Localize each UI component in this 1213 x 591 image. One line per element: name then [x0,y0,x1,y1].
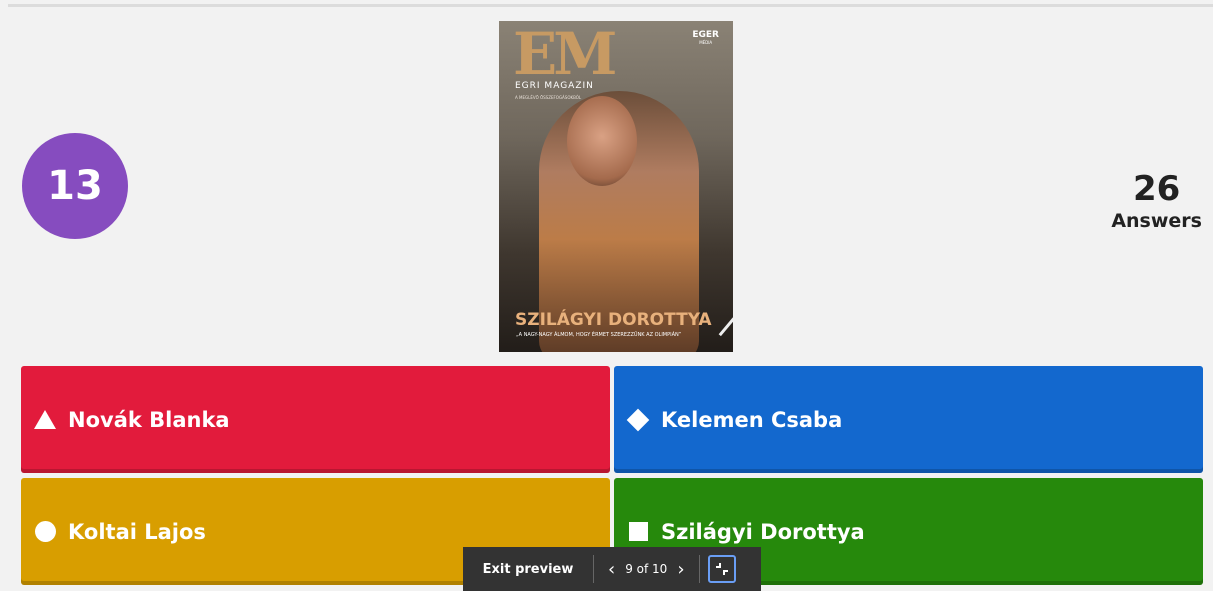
answers-count-number: 26 [1133,169,1181,209]
magazine-logo: EM [513,21,617,88]
magazine-name: EGRI MAGAZIN [515,81,594,91]
toolbar-divider [698,555,700,583]
collapse-icon [715,563,728,575]
answers-counter: 26 Answers [1111,172,1202,232]
cover-headline: SZILÁGYI DOROTTYA [515,310,712,330]
cover-person-head [567,96,637,186]
chevron-left-icon[interactable]: ‹ [608,559,615,580]
answer-label: Kelemen Csaba [661,407,843,432]
answer-option-diamond[interactable]: Kelemen Csaba [614,366,1203,473]
answers-count-label: Answers [1111,210,1202,232]
pen-icon [718,315,733,337]
publisher-sub: MÉDIA [699,39,713,45]
answer-option-triangle[interactable]: Novák Blanka [21,366,610,473]
answer-label: Koltai Lajos [68,519,206,544]
preview-toolbar: Exit preview ‹ 9 of 10 › [463,547,761,591]
exit-fullscreen-button[interactable] [707,555,736,583]
chevron-right-icon[interactable]: › [677,559,684,580]
square-icon [625,519,651,545]
diamond-icon [625,407,651,433]
publisher-logo: EGER MÉDIA [692,30,719,45]
slide-navigation: ‹ 9 of 10 › [594,559,699,580]
top-divider [8,4,1213,7]
countdown-timer: 13 [22,133,128,239]
answer-label: Novák Blanka [68,407,230,432]
magazine-small-text: A MEGLÉVŐ ÖSSZEFOGÁSOKBÓL [515,95,582,100]
timer-value: 13 [47,163,103,209]
question-image: EM EGRI MAGAZIN A MEGLÉVŐ ÖSSZEFOGÁSOKBÓ… [499,21,733,352]
exit-preview-button[interactable]: Exit preview [463,562,593,577]
page-indicator: 9 of 10 [625,562,668,576]
triangle-icon [32,407,58,433]
circle-icon [32,519,58,545]
answer-label: Szilágyi Dorottya [661,519,865,544]
cover-quote: „A NAGY-NAGY ÁLMOM, HOGY ÉRMET SZEREZZÜN… [516,332,682,338]
